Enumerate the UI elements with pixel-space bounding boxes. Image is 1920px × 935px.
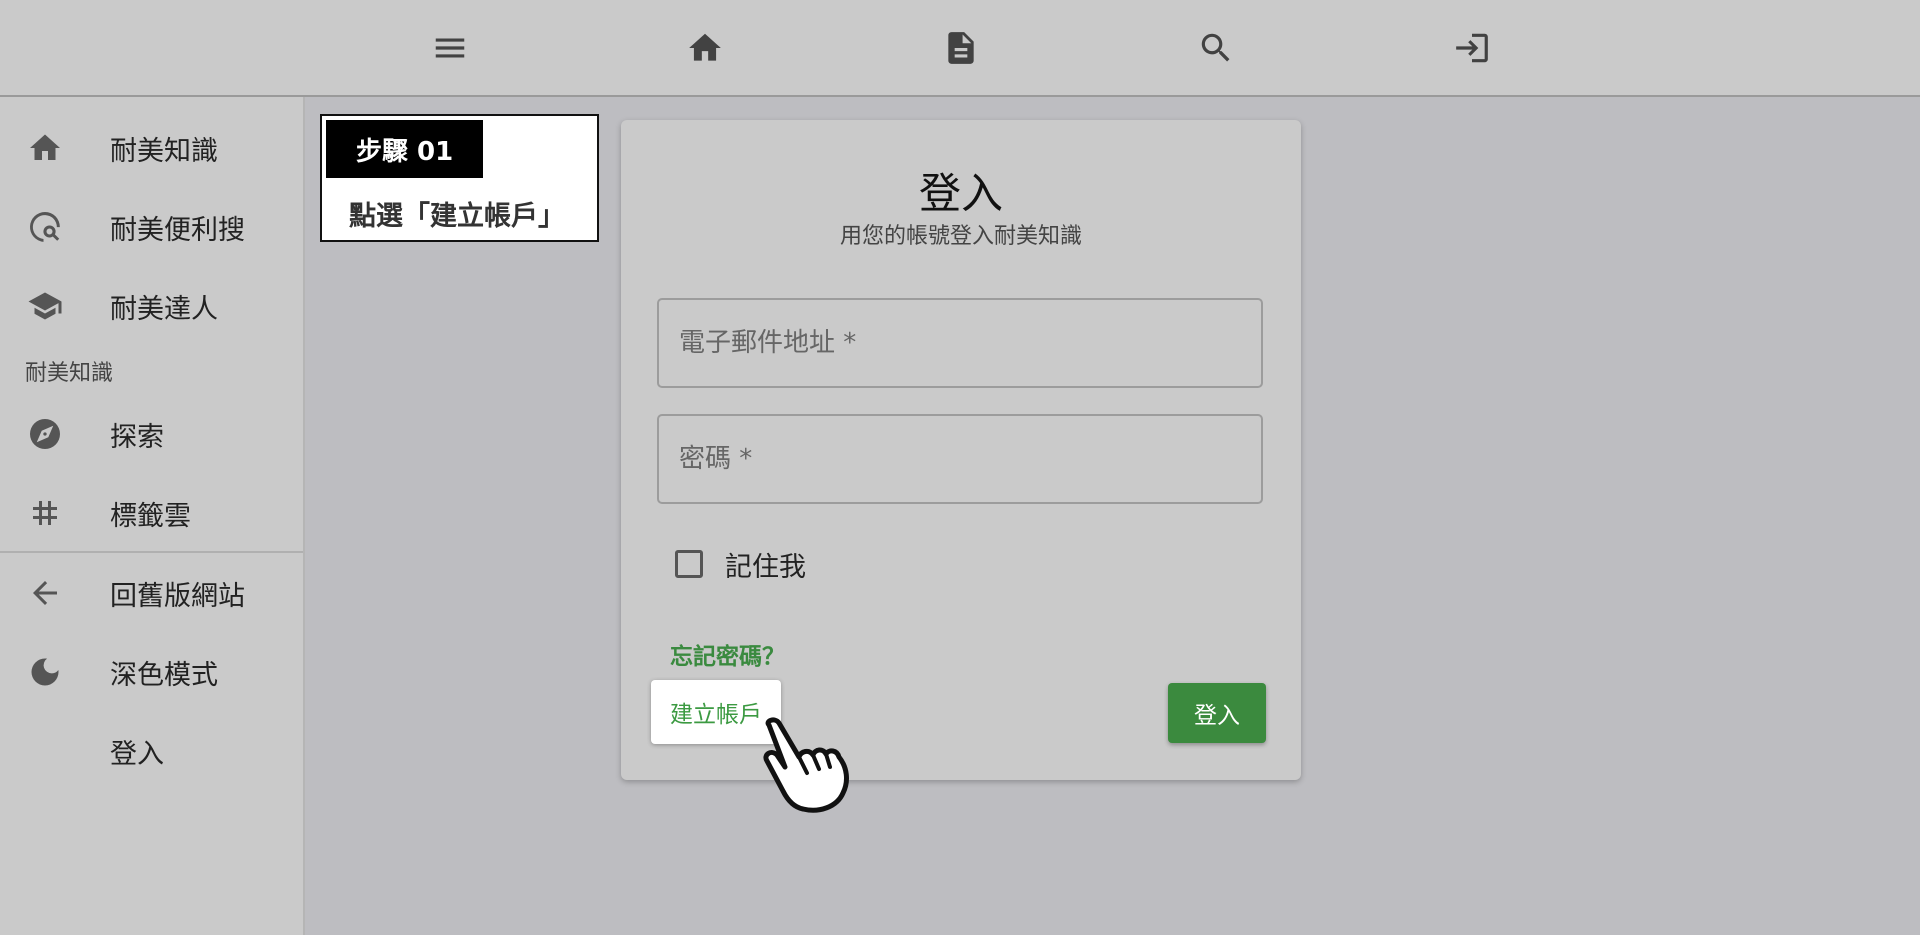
top-app-bar bbox=[0, 0, 1920, 97]
step-callout: 步驟 01 點選「建立帳戶」 bbox=[320, 114, 599, 242]
document-icon bbox=[948, 32, 974, 64]
menu-button[interactable] bbox=[418, 18, 482, 78]
search-icon bbox=[1201, 33, 1230, 62]
home-button[interactable] bbox=[673, 18, 737, 78]
menu-icon bbox=[435, 38, 465, 58]
compass-icon bbox=[25, 414, 65, 454]
sidebar-item-label: 耐美知識 bbox=[110, 135, 218, 167]
sidebar-item-experts[interactable]: 耐美達人 bbox=[0, 270, 303, 342]
sidebar-item-login[interactable]: 登入 bbox=[0, 715, 303, 787]
sidebar-item-tag-cloud[interactable]: 標籤雲 bbox=[0, 477, 303, 549]
sidebar-item-label: 登入 bbox=[110, 738, 164, 770]
moon-icon bbox=[25, 652, 65, 692]
email-field[interactable] bbox=[657, 298, 1263, 388]
sidebar-item-home[interactable]: 耐美知識 bbox=[0, 112, 303, 184]
remember-checkbox[interactable] bbox=[675, 550, 703, 578]
login-button[interactable] bbox=[1440, 18, 1504, 78]
sidebar-section-label: 耐美知識 bbox=[25, 361, 114, 386]
email-input[interactable] bbox=[659, 300, 1261, 386]
login-card: 登入 用您的帳號登入耐美知識 記住我 忘記密碼？ 建立帳戶 登入 bbox=[621, 120, 1301, 780]
sidebar-item-old-site[interactable]: 回舊版網站 bbox=[0, 557, 303, 629]
pointer-hand-icon bbox=[763, 717, 849, 813]
login-icon bbox=[1456, 33, 1488, 63]
home-icon bbox=[25, 128, 65, 168]
sidebar-item-label: 深色模式 bbox=[110, 659, 218, 691]
sidebar-item-dark-mode[interactable]: 深色模式 bbox=[0, 636, 303, 708]
step-badge: 步驟 01 bbox=[326, 120, 484, 178]
password-field[interactable] bbox=[657, 414, 1263, 504]
sidebar-item-explore[interactable]: 探索 bbox=[0, 398, 303, 470]
password-input[interactable] bbox=[659, 416, 1261, 502]
sidebar-item-label: 探索 bbox=[110, 421, 164, 453]
login-title: 登入 bbox=[918, 169, 1003, 218]
home-icon bbox=[689, 33, 721, 61]
sidebar-item-label: 耐美便利搜 bbox=[110, 214, 245, 246]
school-icon bbox=[25, 286, 65, 326]
remember-me[interactable]: 記住我 bbox=[675, 544, 806, 584]
sidebar-item-label: 標籤雲 bbox=[110, 500, 191, 532]
arrow-back-icon bbox=[25, 573, 65, 613]
travel-explore-icon bbox=[25, 207, 65, 247]
sidebar: 耐美知識 耐美便利搜 耐美達人 耐美知識 探索 標籤雲 回舊版網站 深色模式 登… bbox=[0, 97, 305, 935]
hashtag-icon bbox=[25, 493, 65, 533]
sidebar-item-search[interactable]: 耐美便利搜 bbox=[0, 191, 303, 263]
remember-label: 記住我 bbox=[725, 551, 806, 583]
search-button[interactable] bbox=[1184, 18, 1248, 78]
submit-login-button[interactable]: 登入 bbox=[1168, 683, 1266, 743]
forgot-password-link[interactable]: 忘記密碼？ bbox=[670, 637, 785, 671]
sidebar-item-label: 回舊版網站 bbox=[110, 580, 245, 612]
login-subtitle: 用您的帳號登入耐美知識 bbox=[839, 224, 1082, 249]
sidebar-item-label: 耐美達人 bbox=[110, 293, 218, 325]
step-instruction: 點選「建立帳戶」 bbox=[349, 201, 565, 232]
sidebar-divider bbox=[0, 551, 303, 553]
document-button[interactable] bbox=[929, 18, 993, 78]
